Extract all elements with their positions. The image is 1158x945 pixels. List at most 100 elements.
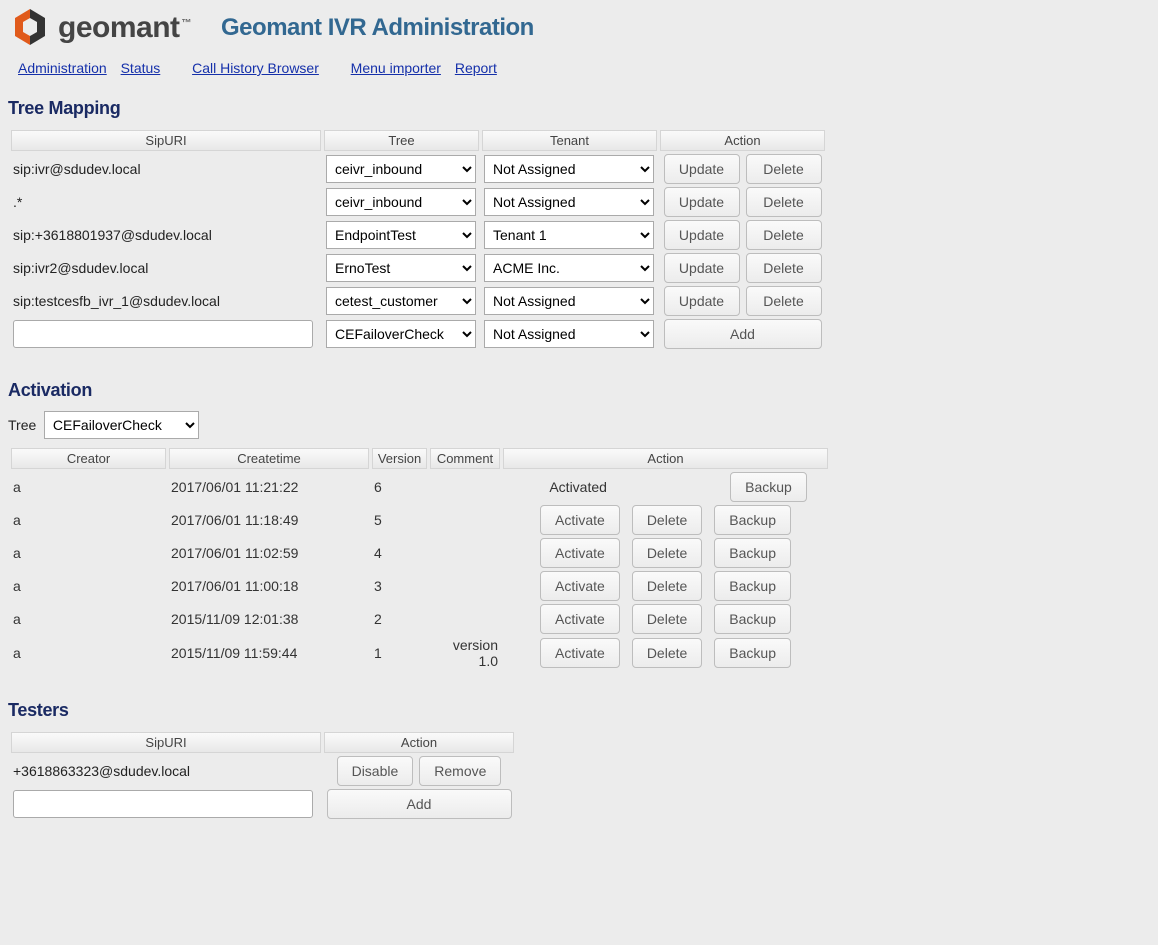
delete-button[interactable]: Delete (746, 253, 822, 283)
logo-icon (8, 6, 52, 50)
activation-version: 3 (372, 571, 427, 601)
th-act-action: Action (503, 448, 828, 469)
tree-mapping-new-tree[interactable]: ceivr_inboundEndpointTestErnoTestcetest_… (326, 320, 476, 348)
activate-button[interactable]: Activate (540, 604, 620, 634)
activation-creator: a (11, 604, 166, 634)
tree-mapping-sipuri: sip:+3618801937@sdudev.local (11, 220, 321, 250)
update-button[interactable]: Update (664, 187, 740, 217)
nav-status[interactable]: Status (121, 60, 161, 76)
delete-button[interactable]: Delete (746, 154, 822, 184)
backup-button[interactable]: Backup (714, 638, 791, 668)
tree-mapping-sipuri: sip:ivr2@sdudev.local (11, 253, 321, 283)
delete-button[interactable]: Delete (746, 286, 822, 316)
activation-creator: a (11, 637, 166, 669)
delete-button[interactable]: Delete (632, 638, 702, 668)
activation-time: 2017/06/01 11:02:59 (169, 538, 369, 568)
activation-comment: version 1.0 (430, 637, 500, 669)
tree-mapping-sipuri: sip:ivr@sdudev.local (11, 154, 321, 184)
delete-button[interactable]: Delete (632, 571, 702, 601)
activation-version: 1 (372, 637, 427, 669)
th-version: Version (372, 448, 427, 469)
activation-comment (430, 505, 500, 535)
th-tree: Tree (324, 130, 479, 151)
activation-time: 2015/11/09 11:59:44 (169, 637, 369, 669)
th-createtime: Createtime (169, 448, 369, 469)
tester-new-sipuri[interactable] (13, 790, 313, 818)
nav-call-history[interactable]: Call History Browser (192, 60, 319, 76)
tree-mapping-tree-select[interactable]: ceivr_inboundEndpointTestErnoTestcetest_… (326, 155, 476, 183)
activation-creator: a (11, 505, 166, 535)
activation-comment (430, 538, 500, 568)
backup-button[interactable]: Backup (714, 505, 791, 535)
tree-mapping-new-sipuri[interactable] (13, 320, 313, 348)
tester-add-button[interactable]: Add (327, 789, 512, 819)
th-tester-sipuri: SipURI (11, 732, 321, 753)
th-comment: Comment (430, 448, 500, 469)
delete-button[interactable]: Delete (632, 538, 702, 568)
activation-comment (430, 571, 500, 601)
tree-mapping-tenant-select[interactable]: Not AssignedTenant 1ACME Inc. (484, 254, 654, 282)
nav-administration[interactable]: Administration (18, 60, 107, 76)
logo: geomant™ (8, 6, 191, 50)
activation-version: 4 (372, 538, 427, 568)
activation-table: Creator Createtime Version Comment Actio… (8, 445, 831, 672)
backup-button[interactable]: Backup (714, 604, 791, 634)
activation-tree-select[interactable]: CEFailoverCheckceivr_inboundEndpointTest… (44, 411, 199, 439)
th-tester-action: Action (324, 732, 514, 753)
th-tenant: Tenant (482, 130, 657, 151)
activate-button[interactable]: Activate (540, 505, 620, 535)
activation-creator: a (11, 571, 166, 601)
tree-mapping-tenant-select[interactable]: Not AssignedTenant 1ACME Inc. (484, 188, 654, 216)
logo-text: geomant™ (58, 11, 191, 45)
tree-mapping-tree-select[interactable]: ceivr_inboundEndpointTestErnoTestcetest_… (326, 221, 476, 249)
activate-button[interactable]: Activate (540, 571, 620, 601)
update-button[interactable]: Update (664, 154, 740, 184)
tree-mapping-table: SipURI Tree Tenant Action sip:ivr@sdudev… (8, 127, 828, 352)
tree-mapping-tree-select[interactable]: ceivr_inboundEndpointTestErnoTestcetest_… (326, 254, 476, 282)
delete-button[interactable]: Delete (746, 220, 822, 250)
tree-mapping-sipuri: .* (11, 187, 321, 217)
testers-heading: Testers (8, 700, 1150, 721)
activate-button[interactable]: Activate (540, 538, 620, 568)
activation-time: 2015/11/09 12:01:38 (169, 604, 369, 634)
tester-sipuri: +3618863323@sdudev.local (11, 756, 321, 786)
backup-button[interactable]: Backup (714, 571, 791, 601)
activated-label: Activated (518, 479, 638, 495)
backup-button[interactable]: Backup (714, 538, 791, 568)
delete-button[interactable]: Delete (632, 604, 702, 634)
activation-creator: a (11, 538, 166, 568)
update-button[interactable]: Update (664, 286, 740, 316)
nav-menu-importer[interactable]: Menu importer (351, 60, 441, 76)
th-action: Action (660, 130, 825, 151)
nav-report[interactable]: Report (455, 60, 497, 76)
update-button[interactable]: Update (664, 220, 740, 250)
tree-mapping-tree-select[interactable]: ceivr_inboundEndpointTestErnoTestcetest_… (326, 287, 476, 315)
activation-time: 2017/06/01 11:18:49 (169, 505, 369, 535)
tree-mapping-tenant-select[interactable]: Not AssignedTenant 1ACME Inc. (484, 155, 654, 183)
backup-button[interactable]: Backup (730, 472, 807, 502)
activation-time: 2017/06/01 11:00:18 (169, 571, 369, 601)
tree-mapping-new-tenant[interactable]: Not AssignedTenant 1ACME Inc. (484, 320, 654, 348)
delete-button[interactable]: Delete (746, 187, 822, 217)
activation-time: 2017/06/01 11:21:22 (169, 472, 369, 502)
tree-mapping-heading: Tree Mapping (8, 98, 1150, 119)
disable-button[interactable]: Disable (337, 756, 414, 786)
tree-mapping-tree-select[interactable]: ceivr_inboundEndpointTestErnoTestcetest_… (326, 188, 476, 216)
page-title: Geomant IVR Administration (221, 14, 534, 42)
activation-comment (430, 472, 500, 502)
activation-tree-label: Tree (8, 417, 36, 433)
testers-table: SipURI Action +3618863323@sdudev.local Di… (8, 729, 517, 822)
activation-version: 6 (372, 472, 427, 502)
activation-comment (430, 604, 500, 634)
update-button[interactable]: Update (664, 253, 740, 283)
delete-button[interactable]: Delete (632, 505, 702, 535)
tree-mapping-tenant-select[interactable]: Not AssignedTenant 1ACME Inc. (484, 287, 654, 315)
tree-mapping-sipuri: sip:testcesfb_ivr_1@sdudev.local (11, 286, 321, 316)
remove-button[interactable]: Remove (419, 756, 501, 786)
tree-mapping-add-button[interactable]: Add (664, 319, 822, 349)
activation-version: 2 (372, 604, 427, 634)
th-sipuri: SipURI (11, 130, 321, 151)
activate-button[interactable]: Activate (540, 638, 620, 668)
activation-heading: Activation (8, 380, 1150, 401)
tree-mapping-tenant-select[interactable]: Not AssignedTenant 1ACME Inc. (484, 221, 654, 249)
